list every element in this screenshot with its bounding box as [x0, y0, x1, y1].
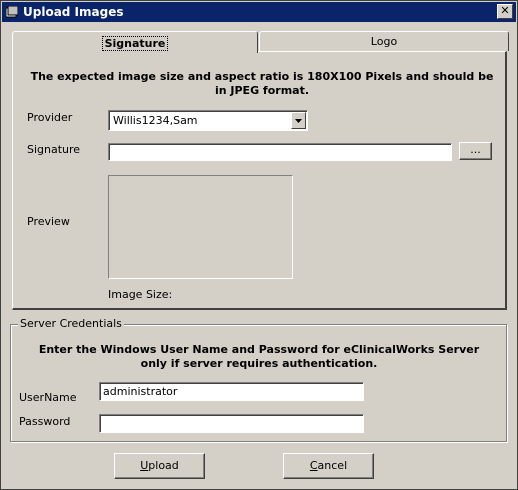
tab-logo-label: Logo [370, 35, 398, 48]
upload-label-rest: pload [148, 459, 179, 472]
image-size-info: The expected image size and aspect ratio… [30, 70, 494, 97]
browse-button[interactable]: ... [459, 142, 492, 160]
provider-select[interactable]: Willis1234,Sam [108, 110, 308, 131]
preview-label: Preview [27, 215, 70, 228]
title-bar: Upload Images ✕ [2, 2, 516, 22]
signature-path-field[interactable] [108, 143, 452, 161]
window-title: Upload Images [23, 5, 124, 19]
chevron-down-icon [295, 119, 302, 123]
signature-label: Signature [27, 143, 81, 156]
tab-signature[interactable]: Signature [12, 31, 258, 53]
app-icon [6, 6, 18, 18]
tab-logo[interactable]: Logo [259, 31, 509, 51]
close-icon: ✕ [500, 4, 510, 17]
signature-preview [108, 175, 293, 279]
password-label: Password [19, 415, 71, 428]
provider-value: Willis1234,Sam [113, 114, 198, 127]
signature-tab-panel: The expected image size and aspect ratio… [12, 51, 507, 310]
username-input[interactable]: administrator [99, 382, 364, 401]
browse-button-label: ... [470, 143, 481, 156]
cancel-label-rest: ancel [317, 459, 348, 472]
upload-images-dialog: Upload Images ✕ Signature Logo The expec… [0, 0, 518, 490]
password-input[interactable] [99, 414, 364, 433]
provider-dropdown-button[interactable] [291, 112, 306, 129]
close-button[interactable]: ✕ [497, 4, 513, 19]
server-credentials-group: Server Credentials Enter the Windows Use… [10, 317, 507, 442]
provider-label: Provider [27, 111, 73, 124]
upload-button[interactable]: Upload [114, 453, 205, 479]
cancel-button[interactable]: Cancel [283, 453, 374, 479]
server-credentials-title: Server Credentials [18, 317, 124, 330]
username-label: UserName [19, 391, 77, 404]
tab-signature-label: Signature [101, 36, 169, 51]
credentials-info: Enter the Windows User Name and Password… [38, 343, 480, 370]
cancel-mnemonic: C [309, 459, 318, 472]
image-size-label: Image Size: [108, 288, 173, 301]
username-value: administrator [103, 385, 178, 398]
